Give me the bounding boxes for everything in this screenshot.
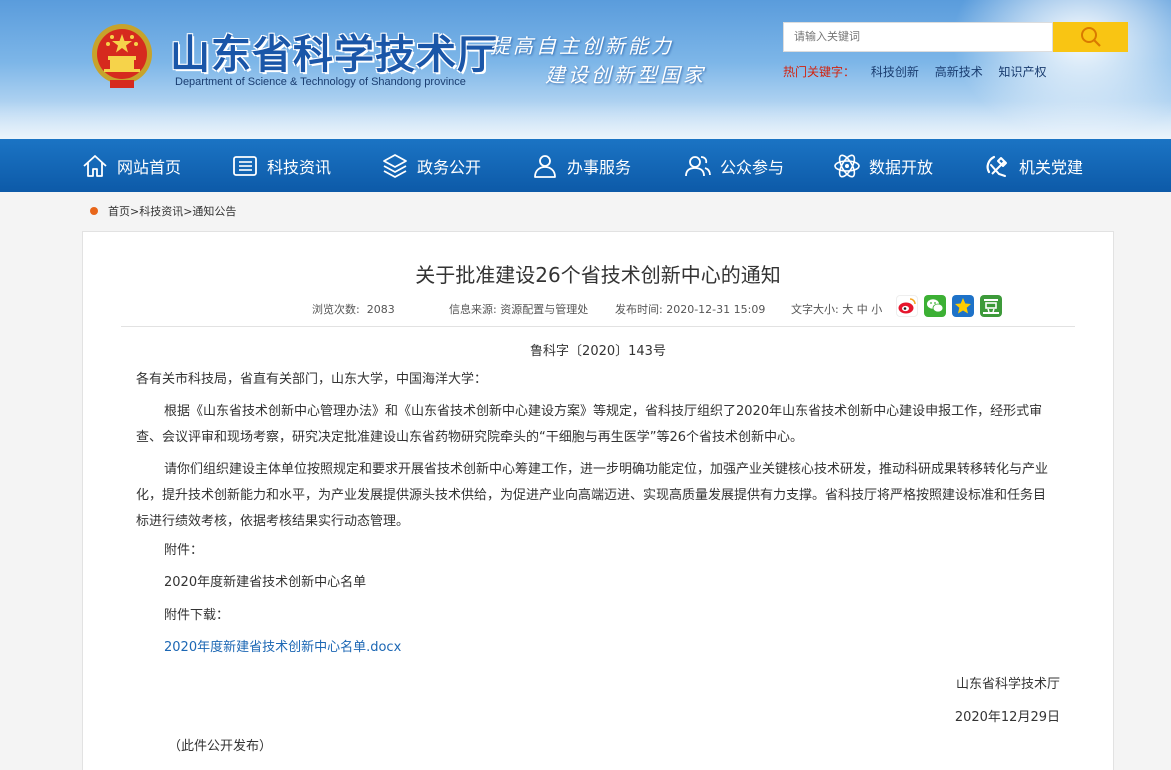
article-title: 关于批准建设26个省技术创新中心的通知 <box>415 263 781 287</box>
document-number: 鲁科字〔2020〕143号 <box>530 344 666 359</box>
search-button[interactable] <box>1053 22 1128 52</box>
views-label: 浏览次数: <box>312 303 360 316</box>
hot-keyword-link[interactable]: 高新技术 <box>935 65 983 79</box>
nav-item-label: 政务公开 <box>417 157 482 177</box>
time-value: 2020-12-31 15:09 <box>666 303 766 316</box>
site-header: 山东省科学技术厅 Department of Science & Technol… <box>0 0 1171 139</box>
fontsize-options[interactable]: 大 中 小 <box>842 303 882 316</box>
views-value: 2083 <box>366 303 395 316</box>
header-skyline <box>0 101 1171 139</box>
party-icon <box>986 155 1007 177</box>
slogan-line1: 提高自主创新能力 <box>490 34 674 58</box>
nav-item-news[interactable]: 科技资讯 <box>231 139 331 192</box>
nav-item-government[interactable]: 政务公开 <box>381 139 481 192</box>
attachment-name: 2020年度新建省技术创新中心名单 <box>164 575 367 590</box>
salutation: 各有关市科技局，省直有关部门，山东大学，中国海洋大学： <box>136 372 488 387</box>
paragraph-2: 请你们组织建设主体单位按照规定和要求开展省技术创新中心筹建工作，进一步明确功能定… <box>136 462 1049 529</box>
national-emblem-icon <box>92 24 152 88</box>
views-meta: 浏览次数: 2083 <box>312 301 395 317</box>
people-icon <box>685 155 711 176</box>
nav-item-home[interactable]: 网站首页 <box>81 139 181 192</box>
nav-item-open-data[interactable]: 数据开放 <box>833 139 933 192</box>
nav-item-services[interactable]: 办事服务 <box>531 139 631 192</box>
attachment-download-link[interactable]: 2020年度新建省技术创新中心名单.docx <box>164 635 401 661</box>
source-label: 信息来源: <box>449 303 497 316</box>
site-subtitle: Department of Science & Technology of Sh… <box>175 76 466 88</box>
nav-item-label: 机关党建 <box>1019 157 1084 177</box>
signature: 山东省科学技术厅 <box>955 677 1060 692</box>
hot-keyword-link[interactable]: 科技创新 <box>871 65 919 79</box>
wechat-icon <box>927 299 944 313</box>
layers-icon <box>383 153 407 178</box>
title-divider <box>121 326 1075 327</box>
main-nav: 网站首页 科技资讯 政务公开 办事服务 公众参与 数据开放 机关党建 <box>0 139 1171 192</box>
user-service-icon <box>534 154 556 178</box>
nav-item-label: 公众参与 <box>720 157 785 177</box>
share-weibo-button[interactable] <box>896 295 918 317</box>
publication-note: （此件公开发布） <box>168 739 273 754</box>
news-icon <box>233 155 257 176</box>
nav-item-label: 科技资讯 <box>267 157 332 177</box>
issue-date: 2020年12月29日 <box>954 710 1060 725</box>
nav-item-participation[interactable]: 公众参与 <box>684 139 784 192</box>
breadcrumb-dot-icon <box>90 207 98 215</box>
nav-item-label: 办事服务 <box>567 157 632 177</box>
breadcrumb: 首页>科技资讯>通知公告 <box>90 203 236 219</box>
source-meta: 信息来源: 资源配置与管理处 <box>449 301 588 317</box>
share-douban-button[interactable] <box>980 295 1002 317</box>
fontsize-label: 文字大小: <box>791 303 839 316</box>
hot-keywords: 热门关键字： 科技创新 高新技术 知识产权 <box>783 63 1047 80</box>
article-panel: 关于批准建设26个省技术创新中心的通知 浏览次数: 2083 信息来源: 资源配… <box>82 231 1114 770</box>
paragraph-1: 根据《山东省技术创新中心管理办法》和《山东省技术创新中心建设方案》等规定，省科技… <box>136 404 1043 445</box>
breadcrumb-path[interactable]: 首页>科技资讯>通知公告 <box>108 203 236 219</box>
site-title: 山东省科学技术厅 <box>170 31 498 78</box>
search-icon <box>1080 27 1101 47</box>
fontsize-meta: 文字大小: 大 中 小 <box>791 301 882 317</box>
nav-item-label: 网站首页 <box>117 157 182 177</box>
source-value: 资源配置与管理处 <box>500 303 589 316</box>
download-label: 附件下载： <box>164 608 230 623</box>
search-input[interactable] <box>783 22 1053 52</box>
home-icon <box>83 154 107 177</box>
attachment-label: 附件： <box>164 543 204 558</box>
atom-icon <box>834 154 860 177</box>
weibo-icon <box>898 298 916 314</box>
nav-item-party[interactable]: 机关党建 <box>983 139 1083 192</box>
hot-keywords-label: 热门关键字： <box>783 65 856 79</box>
slogan-line2: 建设创新型国家 <box>545 63 706 87</box>
time-label: 发布时间: <box>615 303 663 316</box>
douban-icon <box>983 299 999 314</box>
nav-item-label: 数据开放 <box>869 157 934 177</box>
share-wechat-button[interactable] <box>924 295 946 317</box>
star-icon <box>955 298 971 314</box>
share-qzone-button[interactable] <box>952 295 974 317</box>
hot-keyword-link[interactable]: 知识产权 <box>999 65 1047 79</box>
time-meta: 发布时间: 2020-12-31 15:09 <box>615 301 765 317</box>
